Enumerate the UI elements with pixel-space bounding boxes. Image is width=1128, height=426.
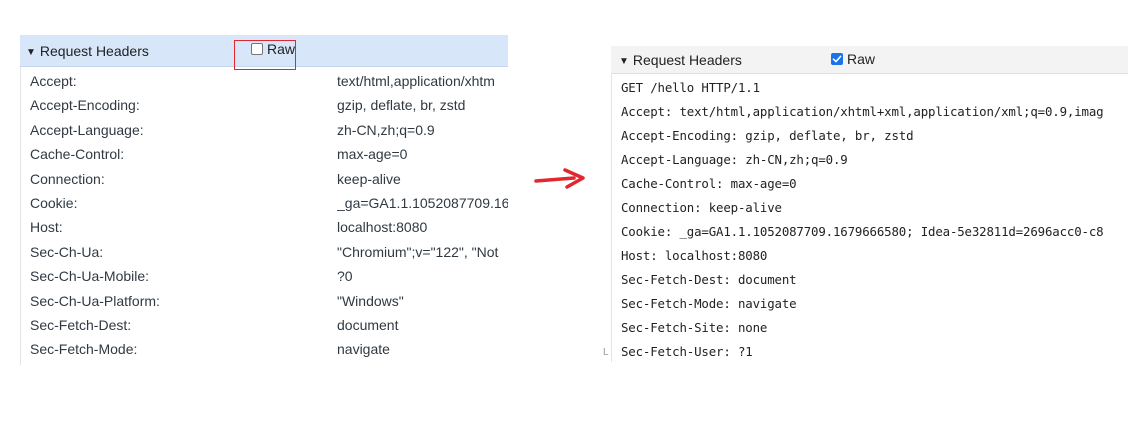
raw-toggle[interactable]: Raw [831,51,875,67]
header-name: Accept-Language: [30,121,144,138]
triangle-down-icon[interactable]: ▼ [619,56,629,67]
header-value: max-age=0 [337,146,408,163]
raw-line: Sec-Fetch-Dest: document [621,272,797,287]
right-arrow-icon [534,168,585,189]
header-name: Sec-Fetch-Mode: [30,341,138,358]
header-name: Accept: [30,73,77,89]
raw-line: GET /hello HTTP/1.1 [621,80,760,95]
raw-line: Accept-Language: zh-CN,zh;q=0.9 [621,152,848,167]
header-name: Host: [30,219,63,236]
header-name: Sec-Ch-Ua-Mobile: [30,268,150,285]
section-title-label: Request Headers [39,43,149,59]
checkmark-icon [832,55,842,63]
raw-checkbox-highlight [234,40,296,70]
raw-line: Sec-Fetch-User: ?1 [621,344,753,359]
section-title[interactable]: ▼ Request Headers [26,43,149,59]
header-name: Sec-Ch-Ua-Platform: [30,292,160,309]
header-value: document [337,316,399,333]
header-value: keep-alive [337,170,401,187]
header-value: text/html,application/xhtm [337,73,495,89]
header-value: ?0 [337,268,353,285]
header-value: navigate [337,341,390,358]
raw-line: Cache-Control: max-age=0 [621,176,797,191]
raw-label: Raw [847,51,876,67]
header-name: Sec-Fetch-Dest: [30,316,132,333]
raw-line: Host: localhost:8080 [621,248,768,263]
header-name: Connection: [30,170,105,187]
panel-divider [20,67,21,365]
request-headers-section-header-raw[interactable]: ▼ Request Headers Raw [611,46,1128,74]
header-name: Cache-Control: [30,146,125,163]
header-value: gzip, deflate, br, zstd [337,97,466,114]
raw-line: Sec-Fetch-Mode: navigate [621,296,797,311]
raw-line: Cookie: _ga=GA1.1.1052087709.1679666580;… [621,224,1104,239]
header-value: _ga=GA1.1.1052087709.16 [337,194,508,211]
header-value: zh-CN,zh;q=0.9 [337,121,435,138]
section-title-label: Request Headers [632,52,742,68]
left-panel-formatted-headers: ▼ Request Headers Raw Accept: text/html,ap… [10,35,508,365]
raw-line: Connection: keep-alive [621,200,782,215]
triangle-down-icon[interactable]: ▼ [26,47,36,58]
header-value: localhost:8080 [337,219,428,236]
header-name: Cookie: [30,194,78,211]
right-panel-raw-headers: ▼ Request Headers Raw GET /hello HTTP/1.1… [603,46,1128,362]
raw-line: Accept-Encoding: gzip, deflate, br, zstd [621,128,914,143]
header-value: "Chromium";v="122", "Not [337,243,499,260]
raw-checkbox-checked[interactable] [831,53,843,65]
header-value: "Windows" [337,292,404,309]
panel-divider [611,73,612,362]
header-name: Sec-Ch-Ua: [30,243,104,260]
edge-glyph: L [603,347,609,358]
raw-header-text: GET /hello HTTP/1.1 Accept: text/html,app… [621,80,1104,362]
header-name: Accept-Encoding: [30,97,140,114]
section-title[interactable]: ▼ Request Headers [619,52,742,68]
raw-line: Accept: text/html,application/xhtml+xml,… [621,104,1104,119]
raw-line: Sec-Fetch-Site: none [621,320,768,335]
